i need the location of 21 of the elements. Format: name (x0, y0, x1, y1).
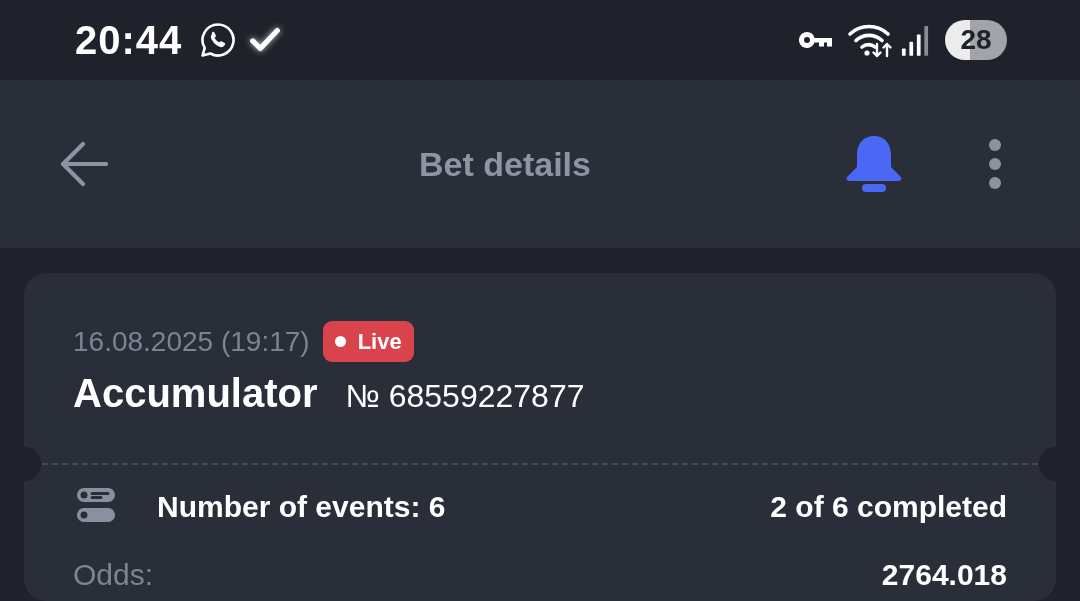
signal-bars-icon (901, 24, 929, 56)
chat-bubble-phone-icon (200, 22, 237, 58)
info-label: Odds: (73, 557, 154, 593)
wifi-icon (847, 22, 893, 58)
bet-number: № 68559227877 (345, 377, 585, 416)
more-vertical-icon (988, 138, 1002, 190)
key-icon (797, 29, 835, 51)
status-time: 20:44 (75, 18, 183, 62)
more-options-button[interactable] (988, 138, 1002, 190)
bell-icon (845, 135, 903, 193)
live-dot-icon (334, 336, 346, 347)
back-button[interactable] (60, 141, 108, 187)
live-label: Live (357, 328, 402, 355)
notification-button[interactable] (845, 135, 903, 193)
page-title: Bet details (418, 144, 592, 184)
bet-date: 16.08.2025 (19:17) (73, 324, 310, 359)
bet-type: Accumulator (73, 370, 318, 416)
events-completed: 2 of 6 completed (770, 489, 1007, 525)
info-value: 2764.018 (881, 557, 1007, 593)
back-arrow-icon (60, 141, 108, 187)
events-count: Number of events: 6 (157, 489, 447, 525)
